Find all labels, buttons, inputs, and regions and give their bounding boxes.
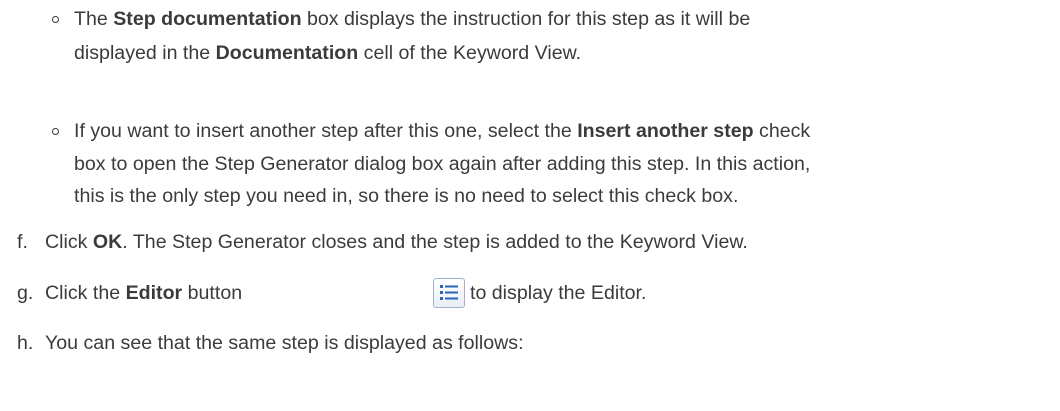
- bold-term: OK: [92, 231, 123, 253]
- bold-term: Editor: [125, 282, 183, 304]
- step-marker: g.: [17, 282, 34, 304]
- step-text-after-icon: to display the Editor.: [470, 282, 647, 304]
- bold-term: Insert another step: [577, 120, 754, 142]
- list-view-icon[interactable]: [433, 278, 465, 308]
- bullet-marker: [52, 128, 59, 135]
- step-text: Click the Editor button: [45, 282, 243, 304]
- step-marker: f.: [17, 231, 28, 253]
- bullet-line: The Step documentation box displays the …: [74, 8, 751, 30]
- bullet-marker: [52, 16, 59, 23]
- bullet-line: this is the only step you need in, so th…: [74, 185, 739, 207]
- step-text: Click OK. The Step Generator closes and …: [45, 231, 748, 253]
- bullet-line: If you want to insert another step after…: [74, 120, 811, 142]
- step-text: You can see that the same step is displa…: [45, 332, 524, 354]
- bullet-line: box to open the Step Generator dialog bo…: [74, 153, 811, 175]
- step-marker: h.: [17, 332, 34, 354]
- bold-term: Documentation: [215, 42, 359, 64]
- bullet-line: displayed in the Documentation cell of t…: [74, 42, 582, 64]
- bold-term: Step documentation: [113, 8, 302, 30]
